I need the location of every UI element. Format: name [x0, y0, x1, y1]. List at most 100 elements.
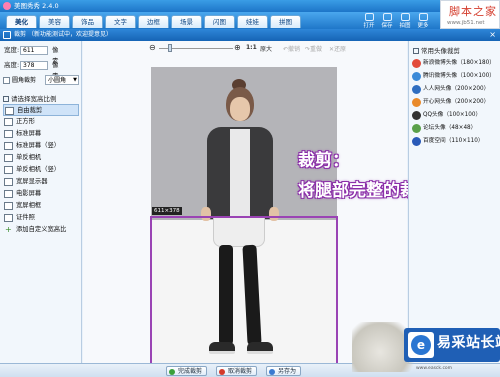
round-style-select[interactable]: 小圆角 ▼	[45, 75, 79, 85]
watermark-logo: 脚本之家 www.jb51.net	[440, 0, 500, 29]
tencent-weibo-icon	[412, 72, 421, 81]
list-item: 单反相机（竖）	[16, 166, 61, 173]
avatar-item-sina[interactable]: 新浪微博头像（180×180）	[411, 57, 499, 70]
zoom-slider-handle[interactable]	[168, 44, 172, 52]
forum-icon	[412, 124, 421, 133]
list-item: 电影屏幕	[16, 190, 42, 197]
crop-box[interactable]	[150, 216, 338, 366]
reset-label: 还原	[334, 46, 347, 53]
cancel-crop-button[interactable]: 取消裁剪	[216, 366, 258, 376]
crop-status: （新功能测试中，欢迎提意见）	[27, 31, 112, 38]
avatar-item-kaixin[interactable]: 开心网头像（200×200）	[411, 96, 499, 109]
brand-logo: e 易采站长站 www.easck.com	[352, 318, 500, 377]
round-style-value: 小圆角	[48, 77, 67, 84]
camera-button[interactable]: 拍图	[396, 13, 414, 29]
avatar-item-qq[interactable]: QQ头像（100×100）	[411, 109, 499, 122]
check-icon	[169, 369, 175, 375]
app-title: 美图秀秀 2.4.0	[14, 2, 59, 10]
list-item: 宽屏显示器	[16, 178, 48, 185]
width-input[interactable]	[20, 46, 48, 55]
zoom-in-icon[interactable]: ⊕	[234, 43, 241, 52]
redo-button[interactable]: ↷重做	[305, 44, 322, 53]
list-item: 百度空间（110×110）	[423, 138, 484, 144]
add-custom-ratio-button[interactable]: + 添加自定义宽高比	[3, 224, 79, 236]
list-item: 标准屏幕（竖）	[16, 142, 61, 149]
left-panel: 宽度: 像素 高度: 像素 圆角裁剪 小圆角 ▼ 请选择宽高比例 自由裁剪 正方形…	[0, 41, 82, 363]
qq-icon	[412, 111, 421, 120]
tab-beautify[interactable]: 美化	[6, 15, 37, 28]
list-item: 开心网头像（200×200）	[423, 99, 490, 105]
ratio-standard-portrait-icon	[4, 142, 13, 150]
ratio-item-widescreen[interactable]: 宽屏显示器	[3, 176, 79, 188]
save-as-button[interactable]: 另存为	[266, 366, 302, 376]
ratio-item-free[interactable]: 自由裁剪	[3, 104, 79, 116]
section-icon	[413, 48, 419, 54]
tab-collage[interactable]: 拼图	[270, 15, 301, 28]
cancel-icon	[219, 369, 225, 375]
close-icon[interactable]: ×	[489, 29, 496, 41]
ratio-item-standard-portrait[interactable]: 标准屏幕（竖）	[3, 140, 79, 152]
open-button[interactable]: 打开	[360, 13, 378, 29]
ratio-item-square[interactable]: 正方形	[3, 116, 79, 128]
zoom-ratio[interactable]: 1:1	[246, 44, 257, 51]
list-item: 腾讯微博头像（100×100）	[423, 73, 495, 79]
avatar-item-forum[interactable]: 论坛头像（48×48）	[411, 122, 499, 135]
save-button[interactable]: 保存	[378, 13, 396, 29]
tab-accessories[interactable]: 饰品	[72, 15, 103, 28]
canvas-area: ⊖ ⊕ 1:1 原大 ↶撤销 ↷重做 ✕还原 611×378 裁剪： 将腿部完整…	[83, 41, 468, 367]
tab-flash[interactable]: 闪图	[204, 15, 235, 28]
ratio-movie-icon	[4, 190, 13, 198]
photo-shirt	[230, 129, 250, 219]
confirm-crop-button[interactable]: 完成裁剪	[166, 366, 208, 376]
cancel-crop-label: 取消裁剪	[228, 368, 253, 375]
height-input[interactable]	[20, 61, 48, 70]
height-row: 高度: 像素	[4, 60, 59, 80]
brand-url: www.easck.com	[416, 366, 453, 371]
reset-button[interactable]: ✕还原	[329, 44, 346, 53]
more-button[interactable]: 更多	[414, 13, 432, 29]
list-item: 人人网头像（200×200）	[423, 86, 490, 92]
crop-header: 裁剪 （新功能测试中，欢迎提意见） ×	[0, 29, 500, 41]
main-nav: 美化 美容 饰品 文字 边框 场景 闪图 娃娃 拼图 打开 保存 拍图 更多	[0, 12, 500, 29]
title-bar: 美图秀秀 2.4.0	[0, 0, 500, 12]
list-item: 宽屏相框	[16, 202, 42, 209]
photo-face	[230, 97, 250, 121]
tab-scene[interactable]: 场景	[171, 15, 202, 28]
round-crop-row: 圆角裁剪 小圆角 ▼	[3, 75, 81, 86]
avatar-item-renren[interactable]: 人人网头像（200×200）	[411, 83, 499, 96]
brand-icon-letter: e	[411, 335, 431, 355]
ratio-standard-icon	[4, 130, 13, 138]
tab-face[interactable]: 美容	[39, 15, 70, 28]
kaixin-icon	[412, 98, 421, 107]
width-label: 宽度:	[4, 46, 20, 54]
round-crop-label: 圆角裁剪	[12, 77, 37, 84]
right-panel: 常用头像裁剪 新浪微博头像（180×180） 腾讯微博头像（100×100） 人…	[408, 41, 500, 363]
ratio-item-movie[interactable]: 电影屏幕	[3, 188, 79, 200]
ratio-id-photo-icon	[4, 214, 13, 222]
tab-frame[interactable]: 边框	[138, 15, 169, 28]
avatar-preset-list: 新浪微博头像（180×180） 腾讯微博头像（100×100） 人人网头像（20…	[411, 57, 499, 148]
ratio-item-wide-frame[interactable]: 宽屏相框	[3, 200, 79, 212]
crop-icon	[3, 31, 11, 39]
ratio-item-dslr-portrait[interactable]: 单反相机（竖）	[3, 164, 79, 176]
ratio-item-standard[interactable]: 标准屏幕	[3, 128, 79, 140]
zoom-out-icon[interactable]: ⊖	[149, 43, 156, 52]
avatar-item-tencent[interactable]: 腾讯微博头像（100×100）	[411, 70, 499, 83]
ratio-item-dslr[interactable]: 单反相机	[3, 152, 79, 164]
original-size-button[interactable]: 原大	[260, 44, 272, 53]
avatar-item-baidu[interactable]: 百度空间（110×110）	[411, 135, 499, 148]
round-crop-checkbox[interactable]	[3, 77, 10, 84]
camera-icon	[400, 13, 410, 21]
ratio-square-icon	[4, 118, 13, 126]
ratio-section-title: 请选择宽高比例	[3, 93, 57, 103]
undo-button[interactable]: ↶撤销	[283, 44, 300, 53]
tab-doll[interactable]: 娃娃	[237, 15, 268, 28]
ratio-dslr-portrait-icon	[4, 166, 13, 174]
undo-label: 撤销	[288, 46, 301, 53]
width-row: 宽度: 像素	[4, 45, 59, 65]
ratio-item-id-photo[interactable]: 证件照	[3, 212, 79, 224]
tab-text[interactable]: 文字	[105, 15, 136, 28]
weibo-icon	[412, 59, 421, 68]
avatar-section-title: 常用头像裁剪	[413, 45, 460, 55]
ratio-widescreen-icon	[4, 178, 13, 186]
